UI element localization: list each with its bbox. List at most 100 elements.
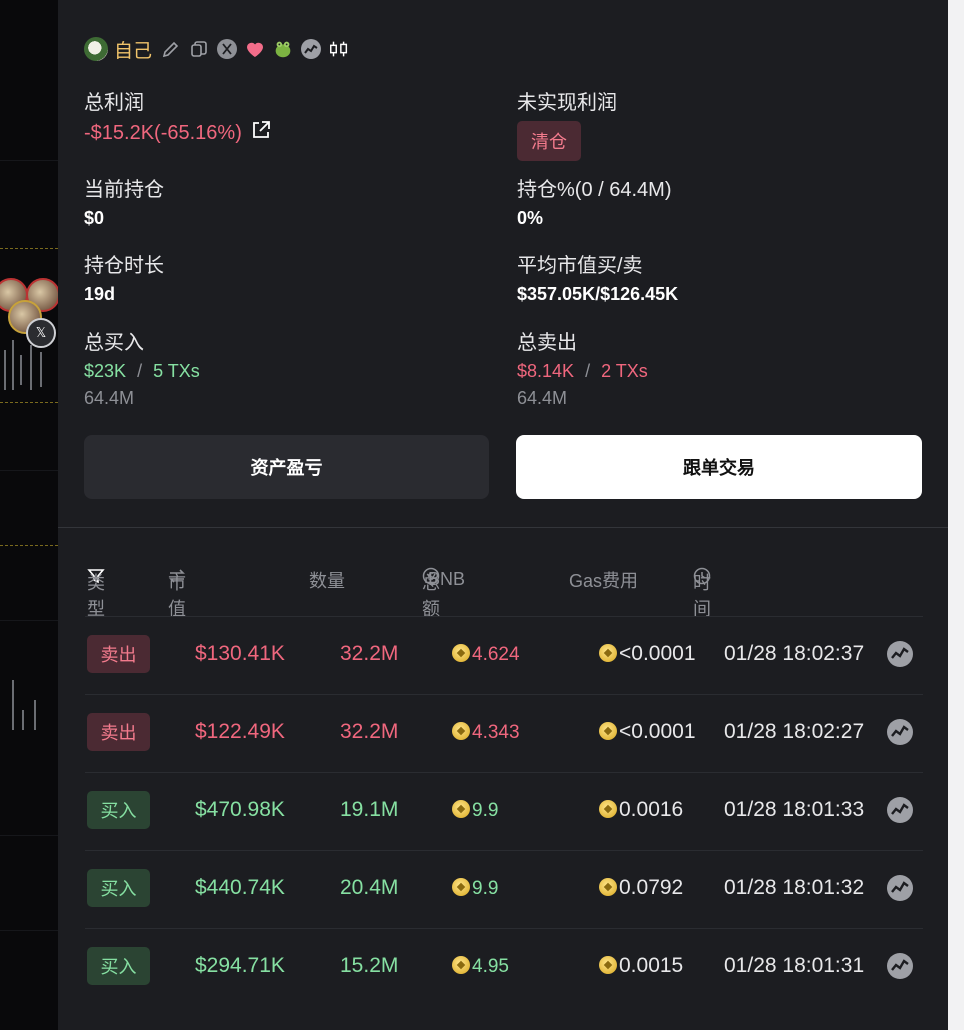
external-link-icon[interactable] (250, 119, 272, 147)
total-sell-qty: 64.4M (517, 388, 568, 408)
holding-stat: 当前持仓 $0 (84, 173, 164, 229)
trade-time: 01/28 18:02:27 (724, 720, 865, 743)
trades-table-header: 类型 市值 数量 总额 BNB $ Gas费用 时间 (58, 565, 948, 619)
bnb-coin-icon (599, 956, 617, 974)
duration-value: 19d (84, 284, 116, 304)
tx-explorer-icon[interactable] (887, 719, 913, 745)
unrealized-profit-label: 未实现利润 (517, 92, 617, 114)
header-qty: 数量 (309, 571, 345, 591)
bnb-coin-icon (599, 644, 617, 662)
total-profit-value: -$15.2K(-65.16%) (84, 121, 242, 144)
bnb-coin-icon (452, 800, 470, 818)
trade-time: 01/28 18:02:37 (724, 642, 865, 665)
trade-qty: 20.4M (340, 876, 399, 899)
tx-explorer-icon[interactable] (887, 797, 913, 823)
bnb-coin-icon (599, 800, 617, 818)
avg-mcap-stat: 平均市值买/卖 $357.05K/$126.45K (517, 249, 678, 305)
total-buy-txs: 5 TXs (153, 361, 200, 381)
trade-gas: 0.0015 (619, 954, 684, 977)
x-icon: 𝕏 (26, 318, 56, 348)
trade-mcap: $440.74K (195, 876, 285, 899)
trade-type-badge: 买入 (87, 869, 150, 907)
trade-qty: 15.2M (340, 954, 399, 977)
trade-mcap: $122.49K (195, 720, 285, 743)
edit-icon[interactable] (160, 38, 182, 60)
trade-total: 4.95 (472, 956, 509, 977)
trade-mcap: $294.71K (195, 954, 285, 977)
header-gas: Gas费用 (569, 571, 639, 591)
table-row[interactable]: 买入 $440.74K 20.4M 9.9 0.0792 01/28 18:01:32 (85, 850, 923, 928)
bnb-coin-icon (452, 956, 470, 974)
tx-explorer-icon[interactable] (887, 875, 913, 901)
total-sell-stat: 总卖出 $8.14K / 2 TXs 64.4M (517, 326, 648, 409)
chain-explorer-icon[interactable] (300, 38, 322, 60)
holding-value: $0 (84, 208, 105, 228)
total-sell-label: 总卖出 (517, 332, 577, 354)
header-type[interactable]: 类型 (87, 567, 105, 619)
trade-type-badge: 买入 (87, 947, 150, 985)
table-row[interactable]: 买入 $294.71K 15.2M 4.95 0.0015 01/28 18:01:31 (85, 928, 923, 1006)
tx-explorer-icon[interactable] (887, 641, 913, 667)
candlestick-icon[interactable] (328, 38, 350, 60)
header-mcap-label: 市值 (168, 573, 186, 619)
duration-label: 持仓时长 (84, 255, 164, 277)
trade-mcap: $470.98K (195, 798, 285, 821)
total-sell-amount: $8.14K (517, 361, 575, 381)
total-buy-qty: 64.4M (84, 388, 135, 408)
holding-pct-value: 0% (517, 208, 544, 228)
trader-detail-panel: 自己 总利润 -$15.2K(-65.16%) 未实现利润 清仓 当前持仓 $0… (58, 0, 948, 1030)
profile-name: 自己 (114, 40, 153, 62)
x-twitter-icon[interactable] (216, 38, 238, 60)
trade-qty: 32.2M (340, 720, 399, 743)
total-profit-stat: 总利润 -$15.2K(-65.16%) (84, 86, 272, 147)
bnb-coin-icon (452, 722, 470, 740)
duration-stat: 持仓时长 19d (84, 249, 164, 305)
table-row[interactable]: 卖出 $130.41K 32.2M 4.624 <0.0001 01/28 18:02:3… (85, 616, 923, 694)
frog-icon (272, 38, 294, 60)
trade-time: 01/28 18:01:31 (724, 954, 865, 977)
trade-time: 01/28 18:01:33 (724, 798, 865, 821)
bnb-coin-icon (599, 722, 617, 740)
trade-gas: 0.0792 (619, 876, 684, 899)
trade-gas: <0.0001 (619, 720, 696, 743)
tx-explorer-icon[interactable] (887, 953, 913, 979)
header-time[interactable]: 时间 (693, 567, 711, 619)
trades-table-body: 卖出 $130.41K 32.2M 4.624 <0.0001 01/28 18:02:3… (85, 616, 923, 1006)
total-sell-txs: 2 TXs (601, 361, 648, 381)
trade-total: 4.343 (472, 722, 520, 743)
total-buy-label: 总买入 (84, 332, 144, 354)
profile-header: 自己 (84, 36, 350, 62)
clear-position-button[interactable]: 清仓 (517, 121, 581, 161)
copy-trade-button[interactable]: 跟单交易 (516, 435, 922, 499)
table-row[interactable]: 买入 $470.98K 19.1M 9.9 0.0016 01/28 18:01:33 (85, 772, 923, 850)
table-row[interactable]: 卖出 $122.49K 32.2M 4.343 <0.0001 01/28 18:02:2… (85, 694, 923, 772)
trade-total: 9.9 (472, 878, 499, 899)
trade-gas: <0.0001 (619, 642, 696, 665)
trade-gas: 0.0016 (619, 798, 684, 821)
total-profit-label: 总利润 (84, 92, 144, 114)
total-buy-separator: / (137, 361, 143, 381)
bnb-coin-icon (452, 878, 470, 896)
trade-mcap: $130.41K (195, 642, 285, 665)
copy-icon[interactable] (188, 38, 210, 60)
window-edge (948, 0, 964, 1030)
total-buy-amount: $23K (84, 361, 127, 381)
section-divider (58, 527, 948, 528)
heart-icon[interactable] (244, 38, 266, 60)
trade-total: 9.9 (472, 800, 499, 821)
trade-time: 01/28 18:01:32 (724, 876, 865, 899)
pnl-button[interactable]: 资产盈亏 (84, 435, 489, 499)
unrealized-profit-stat: 未实现利润 清仓 (517, 86, 617, 161)
header-mcap[interactable]: 市值 (168, 567, 186, 619)
total-sell-separator: / (585, 361, 591, 381)
trade-type-badge: 卖出 (87, 635, 150, 673)
header-time-label: 时间 (693, 573, 711, 619)
avg-mcap-value: $357.05K/$126.45K (517, 284, 679, 304)
bnb-coin-icon (599, 878, 617, 896)
trade-total: 4.624 (472, 644, 520, 665)
background-chart: 𝕏 (0, 0, 58, 1030)
holding-pct-label: 持仓%(0 / 64.4M) (517, 179, 672, 201)
holding-label: 当前持仓 (84, 179, 164, 201)
header-total: 总额 BNB $ (422, 567, 465, 619)
avatar[interactable] (84, 37, 108, 61)
